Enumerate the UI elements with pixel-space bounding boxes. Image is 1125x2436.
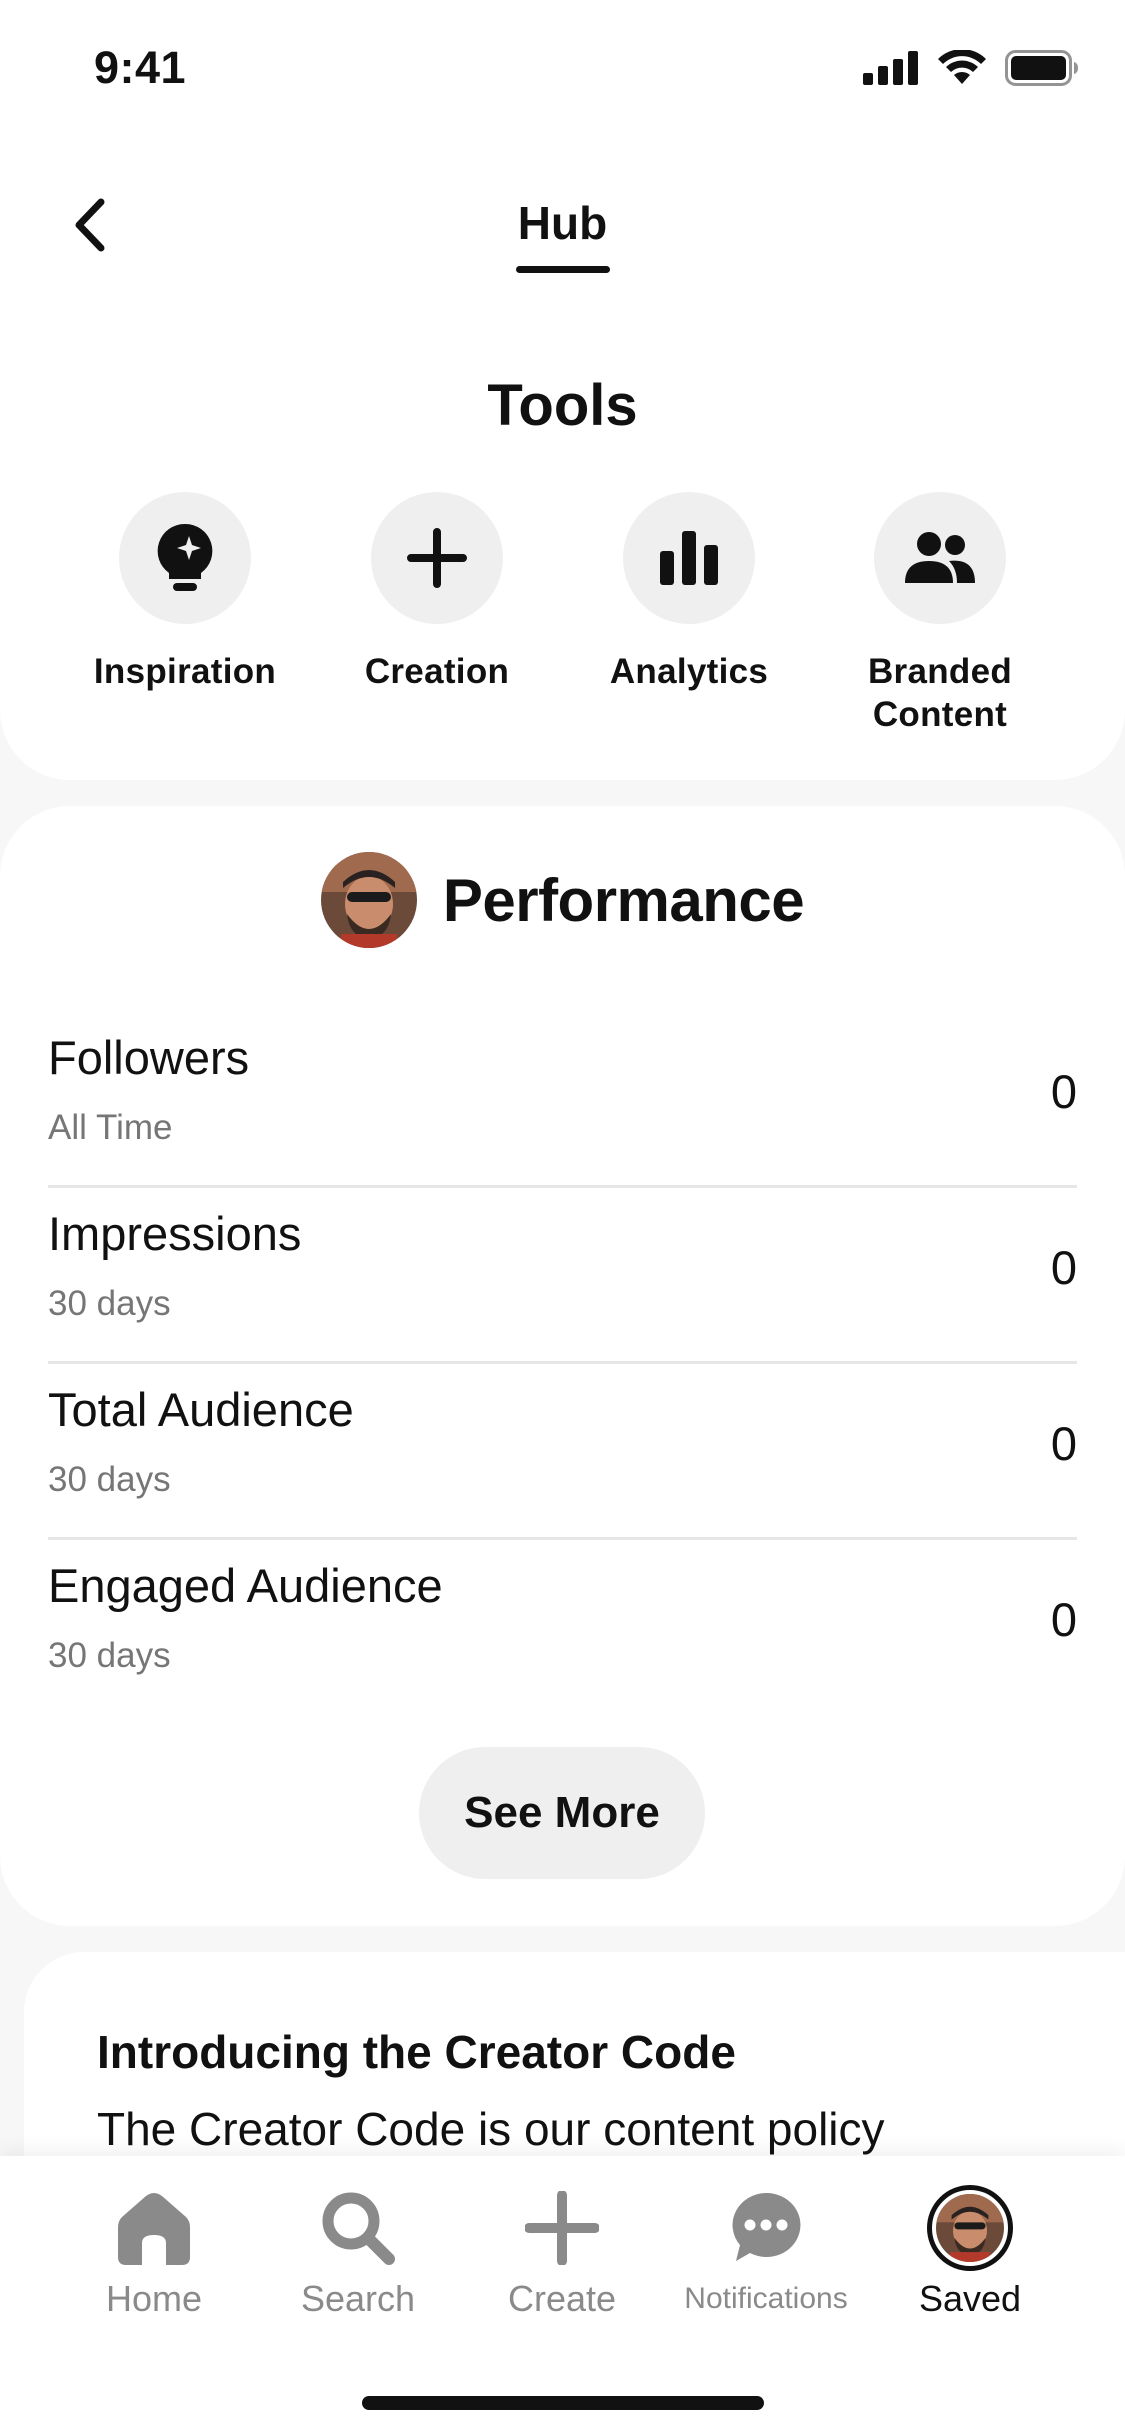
plus-icon	[407, 528, 467, 588]
nav-notifications[interactable]: Notifications	[666, 2184, 866, 2316]
bar-chart-icon	[660, 531, 718, 585]
nav-avatar-wrapper	[927, 2184, 1013, 2272]
tools-card: 9:41 Hub Tools Inspiration Creation Anal…	[0, 0, 1125, 780]
metric-value: 0	[1050, 1417, 1077, 1470]
nav-label: Saved	[918, 2278, 1022, 2319]
battery-icon	[1005, 50, 1078, 86]
metric-name: Total Audience	[48, 1383, 354, 1436]
home-icon	[118, 2184, 190, 2272]
lightbulb-sparkle-icon	[157, 523, 213, 591]
creator-code-title: Introducing the Creator Code	[97, 2026, 736, 2078]
tool-analytics[interactable]: Analytics	[579, 492, 799, 693]
tool-icon-circle	[874, 492, 1006, 624]
nav-label: Notifications	[684, 2282, 848, 2315]
nav-label: Search	[300, 2278, 416, 2319]
tab-hub-underline	[516, 266, 610, 273]
metric-value: 0	[1050, 1241, 1077, 1294]
status-time: 9:41	[94, 42, 187, 93]
metric-total-audience[interactable]: Total Audience 30 days 0	[48, 1364, 1077, 1540]
avatar	[320, 852, 417, 948]
metric-period: 30 days	[48, 1284, 171, 1323]
tool-creation[interactable]: Creation	[327, 492, 547, 693]
nav-search[interactable]: Search	[258, 2184, 458, 2320]
tool-label: Creation	[364, 652, 510, 691]
tools-title: Tools	[487, 373, 638, 438]
status-icons	[863, 50, 1079, 86]
metric-name: Followers	[48, 1031, 250, 1084]
bottom-nav: Home Search Create Notifications Saved	[0, 2156, 1125, 2436]
cellular-signal-icon	[863, 51, 918, 85]
metric-impressions[interactable]: Impressions 30 days 0	[48, 1188, 1077, 1364]
performance-card: Performance Followers All Time 0 Impress…	[0, 806, 1125, 1926]
tool-icon-circle	[371, 492, 503, 624]
people-icon	[905, 532, 975, 583]
tool-icon-circle	[119, 492, 251, 624]
profile-avatar	[927, 2185, 1013, 2271]
tool-label: Branded Content	[867, 652, 1013, 734]
tool-icon-circle	[623, 492, 755, 624]
tool-label: Inspiration	[93, 652, 277, 691]
screen: 9:41 Hub Tools Inspiration Creation Anal…	[0, 0, 1125, 2436]
chat-bubble-icon	[730, 2184, 802, 2272]
see-more-button[interactable]: See More	[419, 1747, 705, 1879]
search-icon	[321, 2184, 395, 2272]
nav-label: Home	[105, 2278, 203, 2319]
metric-name: Impressions	[48, 1207, 302, 1260]
creator-code-body: The Creator Code is our content policy	[97, 2103, 885, 2155]
nav-create[interactable]: Create	[462, 2184, 662, 2320]
metric-period: 30 days	[48, 1460, 171, 1499]
metric-value: 0	[1050, 1065, 1077, 1118]
tool-branded-content[interactable]: Branded Content	[830, 492, 1050, 736]
metric-followers[interactable]: Followers All Time 0	[48, 1012, 1077, 1188]
metric-period: All Time	[48, 1108, 173, 1147]
status-bar: 9:41	[0, 0, 1125, 130]
tool-label: Analytics	[609, 652, 769, 691]
wifi-icon	[938, 50, 986, 84]
plus-icon	[525, 2184, 599, 2272]
performance-title: Performance	[442, 866, 805, 934]
home-indicator	[362, 2396, 764, 2410]
nav-label: Create	[507, 2278, 617, 2319]
performance-header: Performance	[0, 852, 1125, 948]
tab-hub[interactable]: Hub	[0, 196, 1125, 250]
nav-saved[interactable]: Saved	[870, 2184, 1070, 2320]
metric-period: 30 days	[48, 1636, 171, 1675]
tool-inspiration[interactable]: Inspiration	[75, 492, 295, 693]
nav-home[interactable]: Home	[54, 2184, 254, 2320]
metric-value: 0	[1050, 1593, 1077, 1646]
metric-name: Engaged Audience	[48, 1559, 443, 1612]
metric-engaged-audience[interactable]: Engaged Audience 30 days 0	[48, 1540, 1077, 1716]
